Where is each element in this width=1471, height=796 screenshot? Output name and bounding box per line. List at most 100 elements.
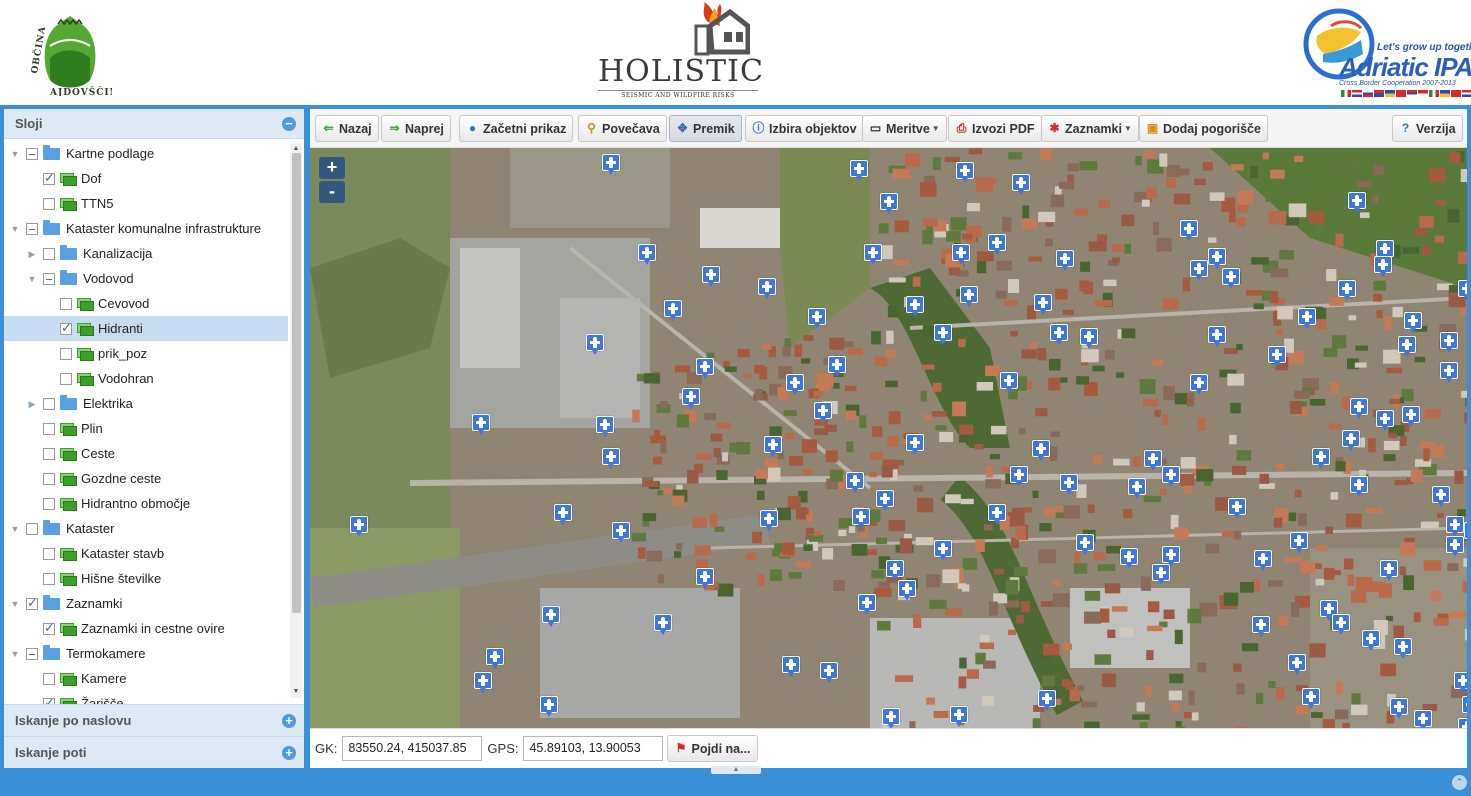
layer-checkbox[interactable] [43, 197, 55, 210]
layer-checkbox[interactable] [43, 572, 55, 585]
expand-panel-handle[interactable]: ▲ [711, 766, 761, 774]
hydrant-marker[interactable] [1414, 710, 1432, 728]
hydrant-marker[interactable] [1012, 174, 1030, 195]
hydrant-marker[interactable] [1162, 466, 1180, 487]
layer-checkbox[interactable] [43, 672, 55, 685]
layer-tree-item[interactable]: TTN5 [4, 191, 284, 216]
hydrant-marker[interactable] [350, 516, 368, 537]
hydrant-marker[interactable] [1312, 448, 1330, 469]
expanded-arrow-icon[interactable]: ▼ [10, 599, 20, 609]
layer-checkbox[interactable] [26, 147, 38, 160]
hydrant-marker[interactable] [1394, 638, 1412, 659]
scroll-down-icon[interactable]: ▼ [291, 688, 301, 696]
hydrant-marker[interactable] [638, 244, 656, 265]
hydrant-marker[interactable] [906, 434, 924, 455]
hydrant-marker[interactable] [1440, 362, 1458, 383]
hydrant-marker[interactable] [886, 560, 904, 581]
hydrant-marker[interactable] [1404, 312, 1422, 333]
version-button[interactable]: ? Verzija [1392, 115, 1463, 142]
hydrant-marker[interactable] [1462, 696, 1467, 717]
hydrant-marker[interactable] [852, 508, 870, 529]
hydrant-marker[interactable] [1446, 536, 1464, 557]
expanded-arrow-icon[interactable]: ▼ [10, 524, 20, 534]
hydrant-marker[interactable] [1446, 516, 1464, 537]
hydrant-marker[interactable] [1458, 280, 1467, 301]
hydrant-marker[interactable] [882, 708, 900, 728]
hydrant-marker[interactable] [1056, 250, 1074, 271]
hydrant-marker[interactable] [1152, 564, 1170, 585]
hydrant-marker[interactable] [1128, 478, 1146, 499]
hydrant-marker[interactable] [1076, 534, 1094, 555]
layer-checkbox[interactable] [43, 170, 55, 186]
hydrant-marker[interactable] [876, 490, 894, 511]
hydrant-marker[interactable] [934, 540, 952, 561]
layer-tree-item[interactable]: Hišne številke [4, 566, 284, 591]
expanded-arrow-icon[interactable]: ▼ [27, 274, 37, 284]
hydrant-marker[interactable] [1060, 474, 1078, 495]
hydrant-marker[interactable] [1302, 688, 1320, 709]
initial-view-button[interactable]: ● Začetni prikaz [459, 115, 574, 142]
search-route-panel-header[interactable]: Iskanje poti + [4, 736, 304, 768]
hydrant-marker[interactable] [1252, 616, 1270, 637]
layer-checkbox[interactable] [60, 372, 72, 385]
hydrant-marker[interactable] [1190, 374, 1208, 395]
hydrant-marker[interactable] [760, 510, 778, 531]
hydrant-marker[interactable] [1120, 548, 1138, 569]
hydrant-marker[interactable] [1162, 546, 1180, 567]
layer-tree-item[interactable]: Dof [4, 166, 284, 191]
hydrant-marker[interactable] [1390, 698, 1408, 719]
markers-dropdown[interactable]: ✱ Zaznamki ▼ [1041, 115, 1139, 142]
layer-tree-item[interactable]: Hidranti [4, 316, 288, 341]
layer-tree-item[interactable]: Cevovod [4, 291, 284, 316]
hydrant-marker[interactable] [586, 334, 604, 355]
hydrant-marker[interactable] [540, 696, 558, 717]
hydrant-marker[interactable] [1050, 324, 1068, 345]
hydrant-marker[interactable] [1208, 248, 1226, 269]
hydrant-marker[interactable] [988, 234, 1006, 255]
layer-checkbox[interactable] [26, 522, 38, 535]
layer-tree-item[interactable]: ▼ Kataster komunalne infrastrukture [4, 216, 284, 241]
collapse-up-icon[interactable]: ⌃ [1452, 775, 1467, 790]
hydrant-marker[interactable] [1458, 718, 1467, 728]
layer-tree-scrollbar[interactable]: ▲ ▼ [290, 143, 302, 698]
zoom-out-button[interactable]: - [319, 181, 345, 203]
layer-tree-item[interactable]: Hidrantno območje [4, 491, 284, 516]
hydrant-marker[interactable] [696, 358, 714, 379]
hydrant-marker[interactable] [988, 504, 1006, 525]
hydrant-marker[interactable] [1350, 476, 1368, 497]
hydrant-marker[interactable] [702, 266, 720, 287]
hydrant-marker[interactable] [1268, 346, 1286, 367]
hydrant-marker[interactable] [814, 402, 832, 423]
expand-icon[interactable]: + [282, 713, 296, 728]
hydrant-marker[interactable] [764, 436, 782, 457]
hydrant-marker[interactable] [1032, 440, 1050, 461]
layer-tree-item[interactable]: ▼ Kataster [4, 516, 284, 541]
hydrant-marker[interactable] [906, 296, 924, 317]
layers-panel-header[interactable]: Sloji − [4, 109, 304, 139]
layer-checkbox[interactable] [26, 647, 38, 660]
hydrant-marker[interactable] [1374, 256, 1392, 277]
hydrant-marker[interactable] [1222, 268, 1240, 289]
hydrant-marker[interactable] [1010, 466, 1028, 487]
hydrant-marker[interactable] [850, 160, 868, 181]
hydrant-marker[interactable] [858, 594, 876, 615]
hydrant-marker[interactable] [696, 568, 714, 589]
layer-checkbox[interactable] [43, 620, 55, 636]
add-fire-button[interactable]: ▣ Dodaj pogorišče [1139, 115, 1268, 142]
collapsed-arrow-icon[interactable]: ▶ [27, 249, 37, 259]
layer-tree-item[interactable]: Gozdne ceste [4, 466, 284, 491]
hydrant-marker[interactable] [1228, 498, 1246, 519]
hydrant-marker[interactable] [1454, 672, 1467, 693]
hydrant-marker[interactable] [808, 308, 826, 329]
zoom-in-button[interactable]: + [319, 157, 345, 179]
layer-tree-item[interactable]: Vodohran [4, 366, 284, 391]
hydrant-marker[interactable] [1332, 614, 1350, 635]
gk-coordinate-field[interactable]: 83550.24, 415037.85 [342, 736, 483, 761]
hydrant-marker[interactable] [1038, 690, 1056, 711]
hydrant-marker[interactable] [1144, 450, 1162, 471]
hydrant-marker[interactable] [846, 472, 864, 493]
layer-checkbox[interactable] [43, 247, 55, 260]
hydrant-marker[interactable] [1254, 550, 1272, 571]
expanded-arrow-icon[interactable]: ▼ [10, 149, 20, 159]
hydrant-marker[interactable] [1338, 280, 1356, 301]
